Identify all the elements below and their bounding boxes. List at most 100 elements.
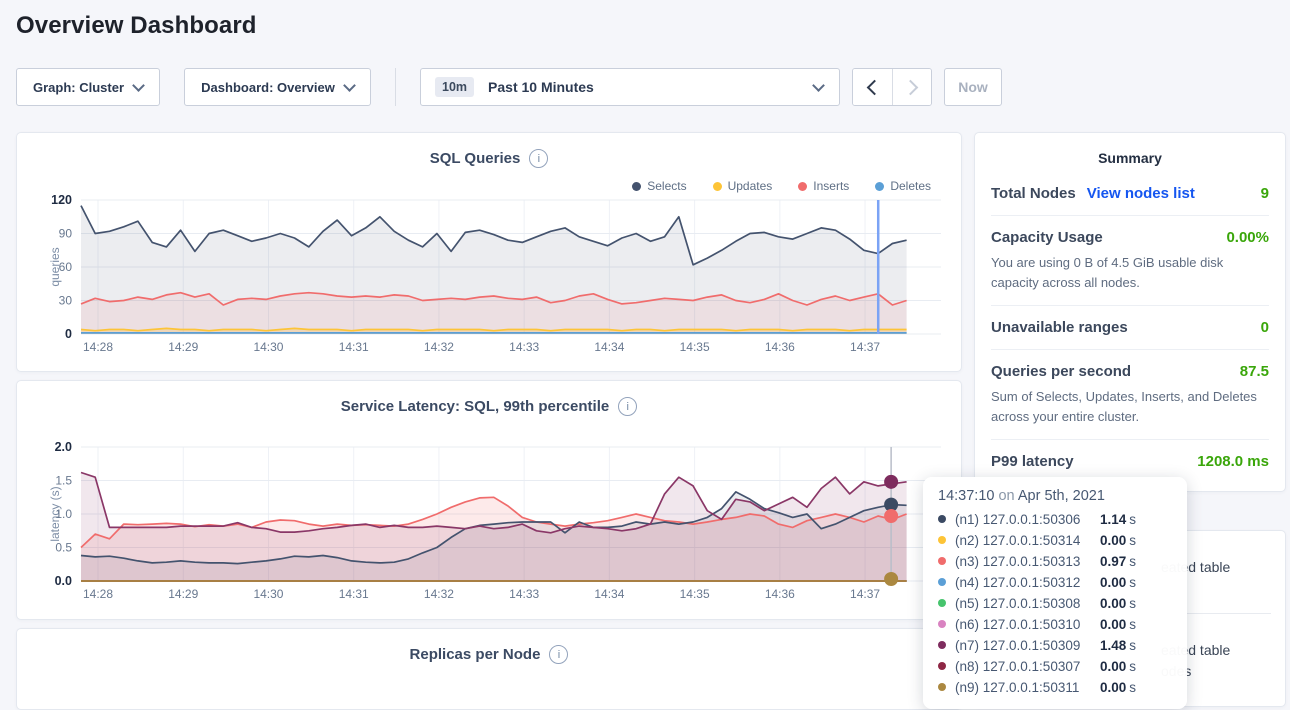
tooltip-rows: (n1) 127.0.0.1:503061.14s(n2) 127.0.0.1:… [938, 510, 1172, 696]
svg-text:14:30: 14:30 [253, 587, 283, 601]
chart-legend: Selects Updates Inserts Deletes [632, 179, 931, 193]
graph-dropdown[interactable]: Graph: Cluster [16, 68, 160, 106]
svg-text:2.0: 2.0 [55, 440, 72, 454]
legend-label: Selects [647, 179, 686, 193]
now-button[interactable]: Now [944, 68, 1002, 106]
summary-desc: Sum of Selects, Updates, Inserts, and De… [991, 387, 1269, 426]
svg-text:14:33: 14:33 [509, 587, 539, 601]
tooltip-row: (n4) 127.0.0.1:50312 0.00s [938, 573, 1172, 591]
tooltip-row: (n8) 127.0.0.1:50307 0.00s [938, 657, 1172, 675]
tooltip-unit: s [1129, 512, 1136, 527]
svg-text:14:32: 14:32 [424, 340, 454, 354]
svg-text:14:36: 14:36 [765, 340, 795, 354]
svg-text:0.0: 0.0 [55, 574, 72, 588]
summary-desc: You are using 0 B of 4.5 GiB usable disk… [991, 253, 1269, 292]
legend-label: Inserts [813, 179, 849, 193]
series-dot-icon [938, 683, 946, 691]
info-icon[interactable]: i [529, 149, 548, 168]
legend-dot-icon [875, 182, 884, 191]
chart-title: Service Latency: SQL, 99th percentile [341, 398, 609, 415]
tooltip-unit: s [1129, 638, 1136, 653]
chart-title: Replicas per Node [410, 646, 541, 663]
svg-text:60: 60 [59, 260, 73, 274]
service-latency-panel: Service Latency: SQL, 99th percentile i … [16, 380, 962, 620]
summary-label: Unavailable ranges [991, 319, 1128, 336]
tooltip-node-value: 0.00 [1100, 596, 1126, 611]
tooltip-node-name: (n3) 127.0.0.1:50313 [955, 554, 1096, 569]
toolbar-divider [395, 68, 396, 106]
sql-queries-chart[interactable]: 14:2814:2914:3014:3114:3214:3314:3414:35… [17, 133, 961, 371]
tooltip-node-value: 1.14 [1100, 512, 1126, 527]
summary-label: Queries per second [991, 363, 1131, 380]
svg-text:0: 0 [65, 327, 72, 341]
info-icon[interactable]: i [549, 645, 568, 664]
toolbar: Graph: Cluster Dashboard: Overview 10m P… [16, 68, 1002, 106]
tooltip-node-value: 0.00 [1100, 659, 1126, 674]
legend-item: Inserts [798, 179, 849, 193]
overview-dashboard-page: Overview Dashboard Graph: Cluster Dashbo… [0, 0, 1290, 689]
dashboard-dropdown[interactable]: Dashboard: Overview [184, 68, 371, 106]
tooltip-row: (n9) 127.0.0.1:503110.00s [938, 678, 1172, 696]
tooltip-unit: s [1129, 617, 1136, 632]
info-icon[interactable]: i [618, 397, 637, 416]
graph-dropdown-label: Graph: Cluster [33, 80, 124, 95]
chevron-down-icon [812, 79, 825, 92]
summary-label: Total Nodes [991, 185, 1076, 202]
tooltip-node-name: (n6) 127.0.0.1:50310 [955, 617, 1096, 632]
time-range-dropdown[interactable]: 10m Past 10 Minutes [420, 68, 840, 106]
legend-item: Deletes [875, 179, 931, 193]
time-prev-button[interactable] [853, 69, 892, 105]
svg-text:120: 120 [51, 193, 72, 207]
svg-text:14:37: 14:37 [850, 340, 880, 354]
tooltip-node-name: (n5) 127.0.0.1:50308 [955, 596, 1096, 611]
svg-text:0.5: 0.5 [55, 541, 72, 555]
series-dot-icon [938, 515, 946, 523]
tooltip-node-name: (n1) 127.0.0.1:50306 [955, 512, 1096, 527]
tooltip-unit: s [1129, 575, 1136, 590]
page-title: Overview Dashboard [16, 12, 257, 40]
tooltip-node-value: 0.00 [1100, 533, 1126, 548]
tooltip-unit: s [1129, 533, 1136, 548]
time-next-button[interactable] [892, 69, 931, 105]
svg-text:14:33: 14:33 [509, 340, 539, 354]
tooltip-node-value: 0.00 [1100, 575, 1126, 590]
chart-hover-tooltip: 14:37:10 on Apr 5th, 2021 (n1) 127.0.0.1… [923, 477, 1187, 709]
legend-dot-icon [798, 182, 807, 191]
legend-dot-icon [713, 182, 722, 191]
summary-row: Total Nodes View nodes list 9 [991, 172, 1269, 215]
tooltip-node-value: 0.00 [1100, 680, 1126, 695]
service-latency-chart[interactable]: 14:2814:2914:3014:3114:3214:3314:3414:35… [17, 381, 961, 619]
tooltip-row: (n5) 127.0.0.1:50308 0.00s [938, 594, 1172, 612]
svg-text:90: 90 [59, 227, 73, 241]
chevron-right-icon [902, 79, 918, 95]
tooltip-row: (n7) 127.0.0.1:503091.48s [938, 636, 1172, 654]
chevron-down-icon [132, 79, 145, 92]
svg-text:14:32: 14:32 [424, 587, 454, 601]
svg-text:14:34: 14:34 [594, 587, 624, 601]
summary-value: 9 [1261, 185, 1269, 202]
tooltip-node-name: (n7) 127.0.0.1:50309 [955, 638, 1096, 653]
tooltip-node-name: (n4) 127.0.0.1:50312 [955, 575, 1096, 590]
summary-value: 0 [1261, 319, 1269, 336]
tooltip-row: (n6) 127.0.0.1:50310 0.00s [938, 615, 1172, 633]
tooltip-node-value: 0.00 [1100, 617, 1126, 632]
tooltip-row: (n2) 127.0.0.1:503140.00s [938, 531, 1172, 549]
tooltip-row: (n3) 127.0.0.1:503130.97s [938, 552, 1172, 570]
svg-text:14:29: 14:29 [168, 340, 198, 354]
svg-text:14:31: 14:31 [339, 587, 369, 601]
legend-dot-icon [632, 182, 641, 191]
series-dot-icon [938, 641, 946, 649]
summary-value: 0.00% [1226, 229, 1269, 246]
tooltip-node-name: (n8) 127.0.0.1:50307 [955, 659, 1096, 674]
time-pager [852, 68, 932, 106]
chart-title: SQL Queries [430, 150, 521, 167]
legend-label: Updates [728, 179, 773, 193]
tooltip-unit: s [1129, 596, 1136, 611]
summary-row: Queries per second87.5Sum of Selects, Up… [991, 349, 1269, 439]
svg-text:14:34: 14:34 [594, 340, 624, 354]
tooltip-unit: s [1129, 659, 1136, 674]
svg-text:14:28: 14:28 [83, 587, 113, 601]
svg-text:30: 30 [59, 294, 73, 308]
svg-text:1.5: 1.5 [55, 474, 72, 488]
view-nodes-link[interactable]: View nodes list [1087, 185, 1195, 202]
